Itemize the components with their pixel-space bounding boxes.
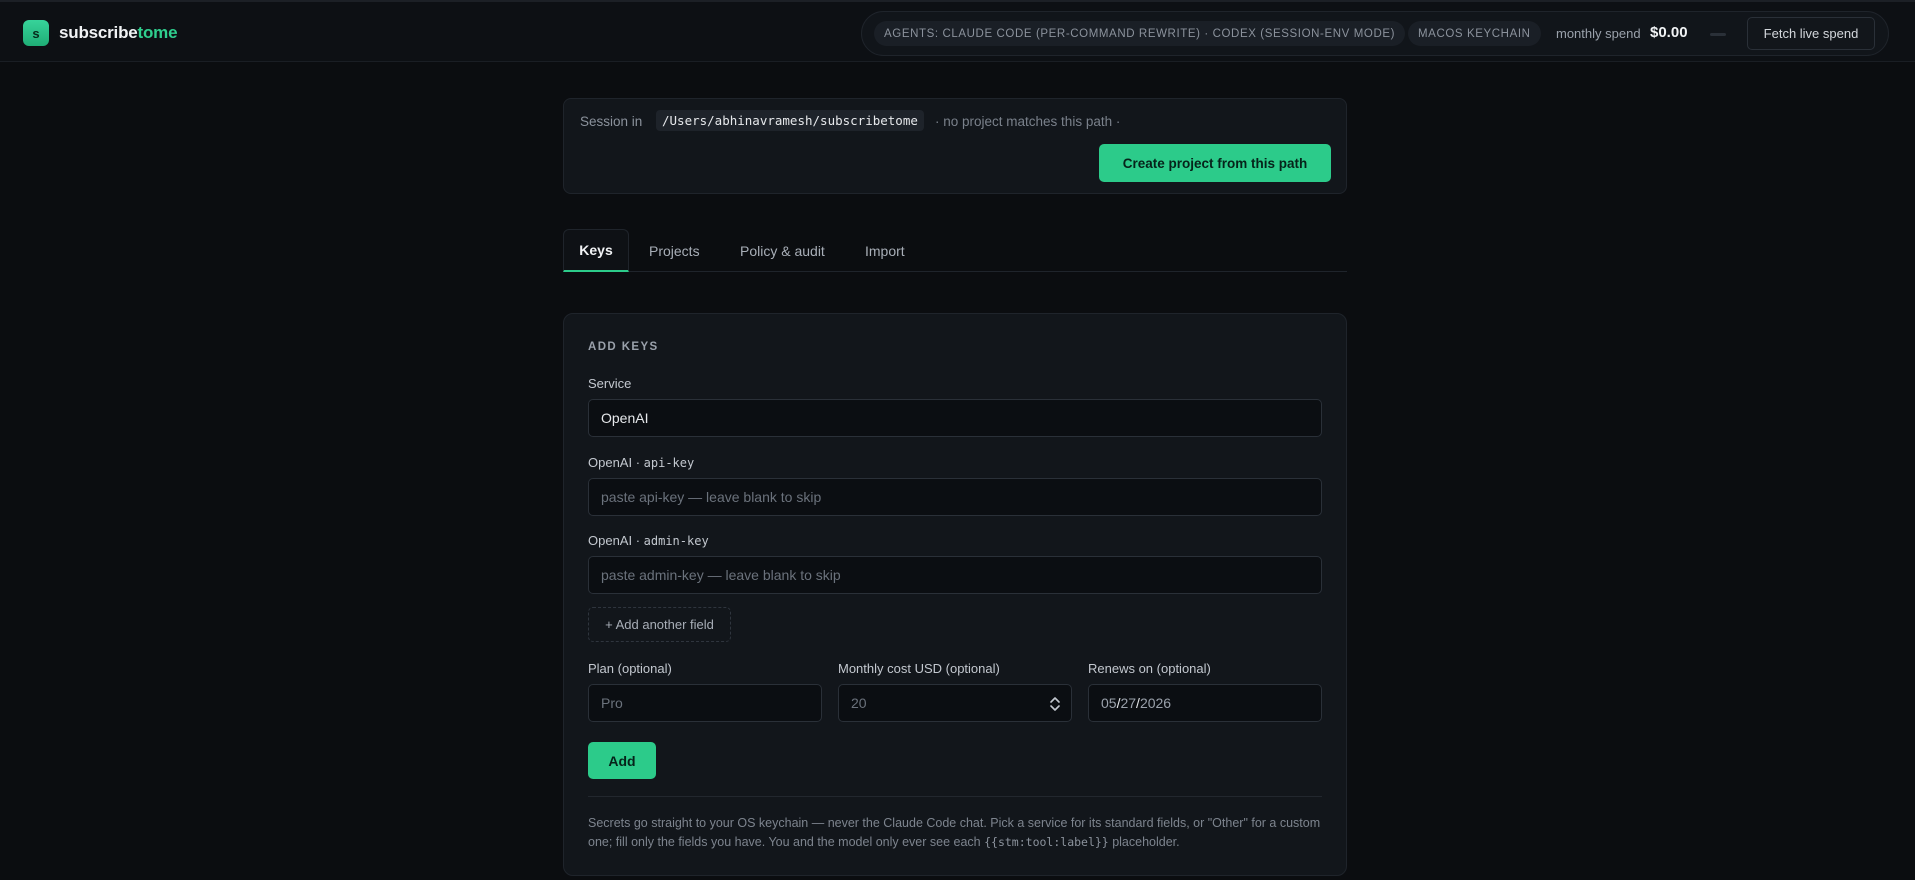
session-label: Session in — [580, 114, 643, 129]
add-button[interactable]: Add — [588, 742, 656, 779]
tab-policy-audit[interactable]: Policy & audit — [740, 229, 825, 272]
admin-key-label-code: admin-key — [643, 534, 709, 548]
tab-projects[interactable]: Projects — [649, 229, 700, 272]
api-key-label-prefix: OpenAI · — [588, 455, 644, 470]
top-bar: s subscribetome AGENTS: CLAUDE CODE (PER… — [0, 0, 1915, 62]
service-label: Service — [588, 376, 632, 391]
brand[interactable]: s subscribetome — [23, 20, 178, 46]
monthly-cost-input[interactable]: 20 — [838, 684, 1072, 722]
brand-accent: tome — [137, 23, 178, 42]
plan-label: Plan (optional) — [588, 661, 672, 676]
section-title: ADD KEYS — [588, 341, 659, 353]
spend-indicator — [1710, 33, 1726, 36]
monthly-spend-label: monthly spend — [1556, 26, 1641, 41]
footnote-text: Secrets go straight to your OS keychain … — [588, 816, 1321, 849]
admin-key-input[interactable]: paste admin-key — leave blank to skip — [588, 556, 1322, 594]
monthly-spend-value: $0.00 — [1650, 24, 1688, 41]
brand-main: subscribe — [59, 23, 138, 42]
monthly-cost-label: Monthly cost USD (optional) — [838, 661, 1000, 676]
renews-on-label: Renews on (optional) — [1088, 661, 1211, 676]
tab-keys[interactable]: Keys — [563, 229, 629, 272]
api-key-label: OpenAI · api-key — [588, 455, 694, 470]
monthly-cost-placeholder: 20 — [851, 695, 867, 711]
status-bar: AGENTS: CLAUDE CODE (PER-COMMAND REWRITE… — [861, 11, 1889, 56]
date-year[interactable]: 2026 — [1140, 695, 1171, 711]
footnote-end: placeholder. — [1108, 835, 1180, 849]
service-select[interactable]: OpenAI — [588, 399, 1322, 437]
footnote: Secrets go straight to your OS keychain … — [588, 814, 1328, 852]
plan-input[interactable]: Pro — [588, 684, 822, 722]
divider — [588, 796, 1322, 797]
tab-bar: Keys Projects Policy & audit Import — [563, 229, 1347, 272]
add-keys-card: ADD KEYS Service OpenAI OpenAI · api-key… — [563, 313, 1347, 876]
api-key-label-code: api-key — [643, 456, 695, 470]
agents-chip: AGENTS: CLAUDE CODE (PER-COMMAND REWRITE… — [874, 21, 1406, 46]
fetch-live-spend-button[interactable]: Fetch live spend — [1747, 17, 1875, 50]
date-day[interactable]: 27 — [1120, 695, 1136, 711]
keychain-chip: MACOS KEYCHAIN — [1408, 21, 1541, 46]
session-note: · no project matches this path · — [935, 114, 1121, 129]
api-key-input[interactable]: paste api-key — leave blank to skip — [588, 478, 1322, 516]
admin-key-label: OpenAI · admin-key — [588, 533, 709, 548]
app-logo: s — [23, 20, 49, 46]
admin-key-label-prefix: OpenAI · — [588, 533, 644, 548]
session-card: Session in /Users/abhinavramesh/subscrib… — [563, 98, 1347, 194]
create-project-button[interactable]: Create project from this path — [1099, 144, 1331, 182]
tab-import[interactable]: Import — [865, 229, 905, 272]
stepper-icon[interactable] — [1049, 695, 1061, 713]
footnote-code: {{stm:tool:label}} — [984, 835, 1109, 849]
date-month[interactable]: 05 — [1101, 695, 1117, 711]
renews-on-date-input[interactable]: 05/27/2026 — [1088, 684, 1322, 722]
app-name: subscribetome — [59, 23, 178, 43]
add-another-field-button[interactable]: + Add another field — [588, 607, 731, 642]
plan-placeholder: Pro — [601, 695, 623, 711]
session-path: /Users/abhinavramesh/subscribetome — [656, 110, 924, 131]
